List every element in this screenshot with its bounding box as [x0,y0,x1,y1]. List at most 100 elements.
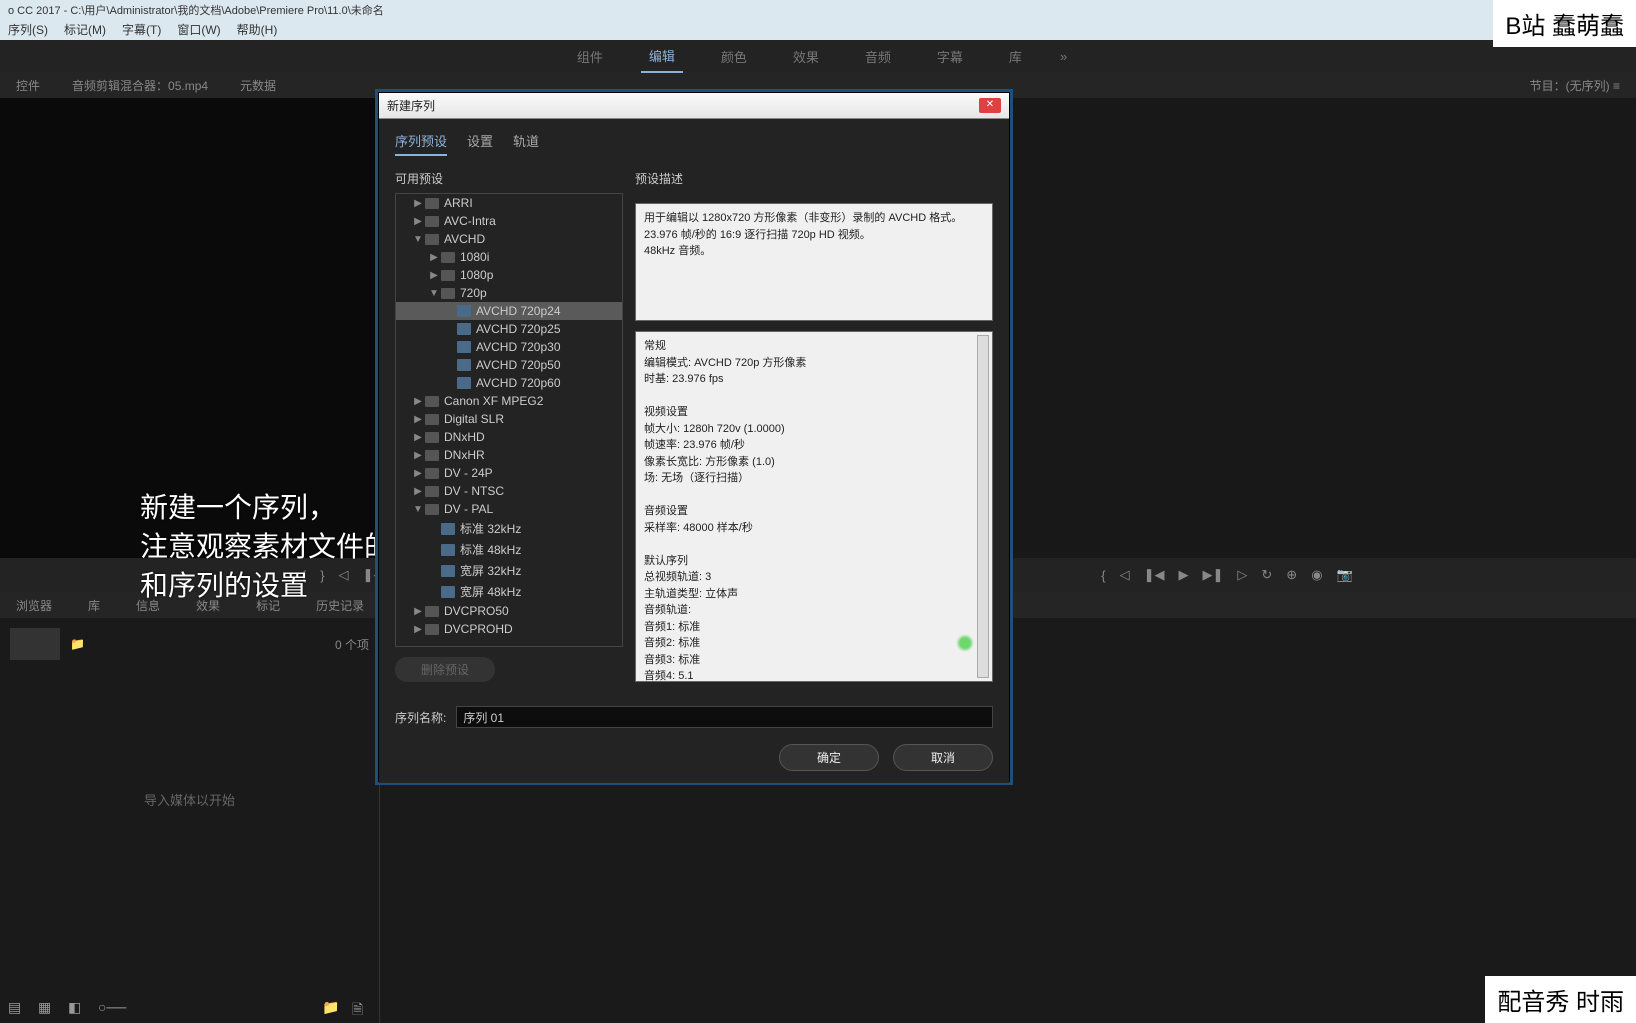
tree-item-label: DNxHR [444,448,485,462]
close-button[interactable]: ✕ [979,98,1001,113]
tree-item-label: AVCHD 720p24 [476,304,561,318]
menu-marker[interactable]: 标记(M) [64,21,106,37]
step-back-icon[interactable]: ◁ [1120,567,1130,583]
description-column: 预设描述 用于编辑以 1280x720 方形像素（非变形）录制的 AVCHD 格… [635,170,993,682]
ws-tab-libraries[interactable]: 库 [1001,41,1030,72]
disclosure-icon[interactable]: ▶ [412,216,424,227]
disclosure-icon[interactable]: ▶ [412,468,424,479]
disclosure-icon[interactable]: ▶ [412,624,424,635]
tree-preset[interactable]: 标准 48kHz [396,539,622,560]
folder-icon [424,448,440,462]
ws-tab-color[interactable]: 颜色 [713,41,755,72]
dialog-tabs: 序列预设 设置 轨道 [395,131,993,156]
next-frame-icon[interactable]: ▶❚ [1203,567,1224,583]
loop-icon[interactable]: ↻ [1261,567,1272,583]
step-fwd-icon[interactable]: ▷ [1237,567,1247,583]
prev-frame-icon[interactable]: ❚◀ [1144,567,1165,583]
tree-folder[interactable]: ▶Digital SLR [396,410,622,428]
tab-audio-mixer[interactable]: 音频剪辑混合器：05.mp4 [66,73,214,98]
ws-tab-editing[interactable]: 编辑 [641,40,683,73]
disclosure-icon[interactable]: ▶ [428,270,440,281]
tree-preset[interactable]: AVCHD 720p30 [396,338,622,356]
tree-folder[interactable]: ▶1080i [396,248,622,266]
disclosure-icon[interactable]: ▼ [428,288,440,299]
zoom-slider[interactable]: ○── [98,999,114,1015]
tree-folder[interactable]: ▶DV - 24P [396,464,622,482]
disclosure-icon[interactable]: ▶ [412,486,424,497]
tree-folder[interactable]: ▶ARRI [396,194,622,212]
play-icon[interactable]: ▶ [1179,567,1189,583]
tree-folder[interactable]: ▼ AVCHD [396,230,622,248]
tree-preset[interactable]: 标准 32kHz [396,518,622,539]
disclosure-icon[interactable]: ▶ [412,414,424,425]
tab-settings[interactable]: 设置 [467,131,493,156]
disclosure-icon[interactable]: ▶ [412,198,424,209]
tree-item-label: DNxHD [444,430,485,444]
tree-preset[interactable]: 宽屏 32kHz [396,560,622,581]
ws-tab-audio[interactable]: 音频 [857,41,899,72]
tree-folder[interactable]: ▶1080p [396,266,622,284]
export-frame-icon[interactable]: 📷 [1337,567,1353,583]
extract-icon[interactable]: ◉ [1311,567,1322,583]
new-bin-icon[interactable]: 📁 [322,999,338,1015]
tree-preset[interactable]: AVCHD 720p25 [396,320,622,338]
bin-icon[interactable]: 📁 [70,637,85,651]
delete-preset-button[interactable]: 删除预设 [395,657,495,682]
mark-in-icon[interactable]: { [1101,568,1105,583]
import-media-hint[interactable]: 导入媒体以开始 [0,790,379,809]
item-count: 0 个项 [335,636,369,653]
preset-column: 可用预设 ▶ARRI▶AVC-Intra▼AVCHD▶1080i▶1080p▼7… [395,170,623,682]
disclosure-icon[interactable]: ▶ [412,450,424,461]
preset-tree[interactable]: ▶ARRI▶AVC-Intra ▼ AVCHD ▶1080i▶1080p▼720p AV… [395,193,623,647]
dialog-title-text: 新建序列 [387,97,435,114]
menu-title[interactable]: 字幕(T) [122,21,161,37]
list-view-icon[interactable]: ▤ [8,999,24,1015]
tree-folder[interactable]: ▼720p [396,284,622,302]
lift-icon[interactable]: ⊕ [1286,567,1297,583]
project-header: 📁 0 个项 [0,618,379,670]
menu-window[interactable]: 窗口(W) [177,21,220,37]
cancel-button[interactable]: 取消 [893,744,993,771]
tree-preset[interactable]: AVCHD 720p60 [396,374,622,392]
disclosure-icon[interactable]: ▶ [412,432,424,443]
folder-icon [440,286,456,300]
tree-folder[interactable]: ▼DV - PAL [396,500,622,518]
dialog-titlebar[interactable]: 新建序列 ✕ [379,93,1009,119]
tree-folder[interactable]: ▶DV - NTSC [396,482,622,500]
disclosure-icon[interactable]: ▶ [428,252,440,263]
workspace-switcher: 组件 编辑 颜色 效果 音频 字幕 库 » [0,40,1636,72]
tree-folder[interactable]: ▶DVCPRO50 [396,602,622,620]
menu-sequence[interactable]: 序列(S) [8,21,48,37]
new-item-icon[interactable]: 🗎 [352,999,368,1015]
ok-button[interactable]: 确定 [779,744,879,771]
tab-sequence-presets[interactable]: 序列预设 [395,131,447,156]
tree-item-label: AVCHD [444,232,485,246]
tab-effect-controls[interactable]: 控件 [10,73,46,98]
tree-folder[interactable]: ▶ DNxHR [396,446,622,464]
ws-tab-effects[interactable]: 效果 [785,41,827,72]
tree-preset[interactable]: 宽屏 48kHz [396,581,622,602]
tab-tracks[interactable]: 轨道 [513,131,539,156]
ws-tab-captions[interactable]: 字幕 [929,41,971,72]
tree-folder[interactable]: ▶AVC-Intra [396,212,622,230]
menu-help[interactable]: 帮助(H) [237,21,278,37]
disclosure-icon[interactable]: ▶ [412,396,424,407]
tree-preset[interactable]: AVCHD 720p24 [396,302,622,320]
ws-tab-assembly[interactable]: 组件 [569,41,611,72]
disclosure-icon[interactable]: ▼ [412,504,424,515]
icon-view-icon[interactable]: ▦ [38,999,54,1015]
tree-folder[interactable]: ▶Canon XF MPEG2 [396,392,622,410]
ws-more-icon[interactable]: » [1060,49,1067,64]
disclosure-icon[interactable]: ▶ [412,606,424,617]
program-panel-title[interactable]: 节目：(无序列) ≡ [1524,73,1626,98]
sequence-name-input[interactable] [456,706,993,728]
freeform-icon[interactable]: ◧ [68,999,84,1015]
tree-preset[interactable]: AVCHD 720p50 [396,356,622,374]
tree-folder[interactable]: ▶DVCPROHD [396,620,622,638]
tree-folder[interactable]: ▶ DNxHD [396,428,622,446]
folder-icon [424,502,440,516]
tab-libraries[interactable]: 库 [82,593,106,618]
tab-media-browser[interactable]: 浏览器 [10,593,58,618]
disclosure-icon[interactable]: ▼ [412,234,424,245]
tab-metadata[interactable]: 元数据 [234,73,282,98]
